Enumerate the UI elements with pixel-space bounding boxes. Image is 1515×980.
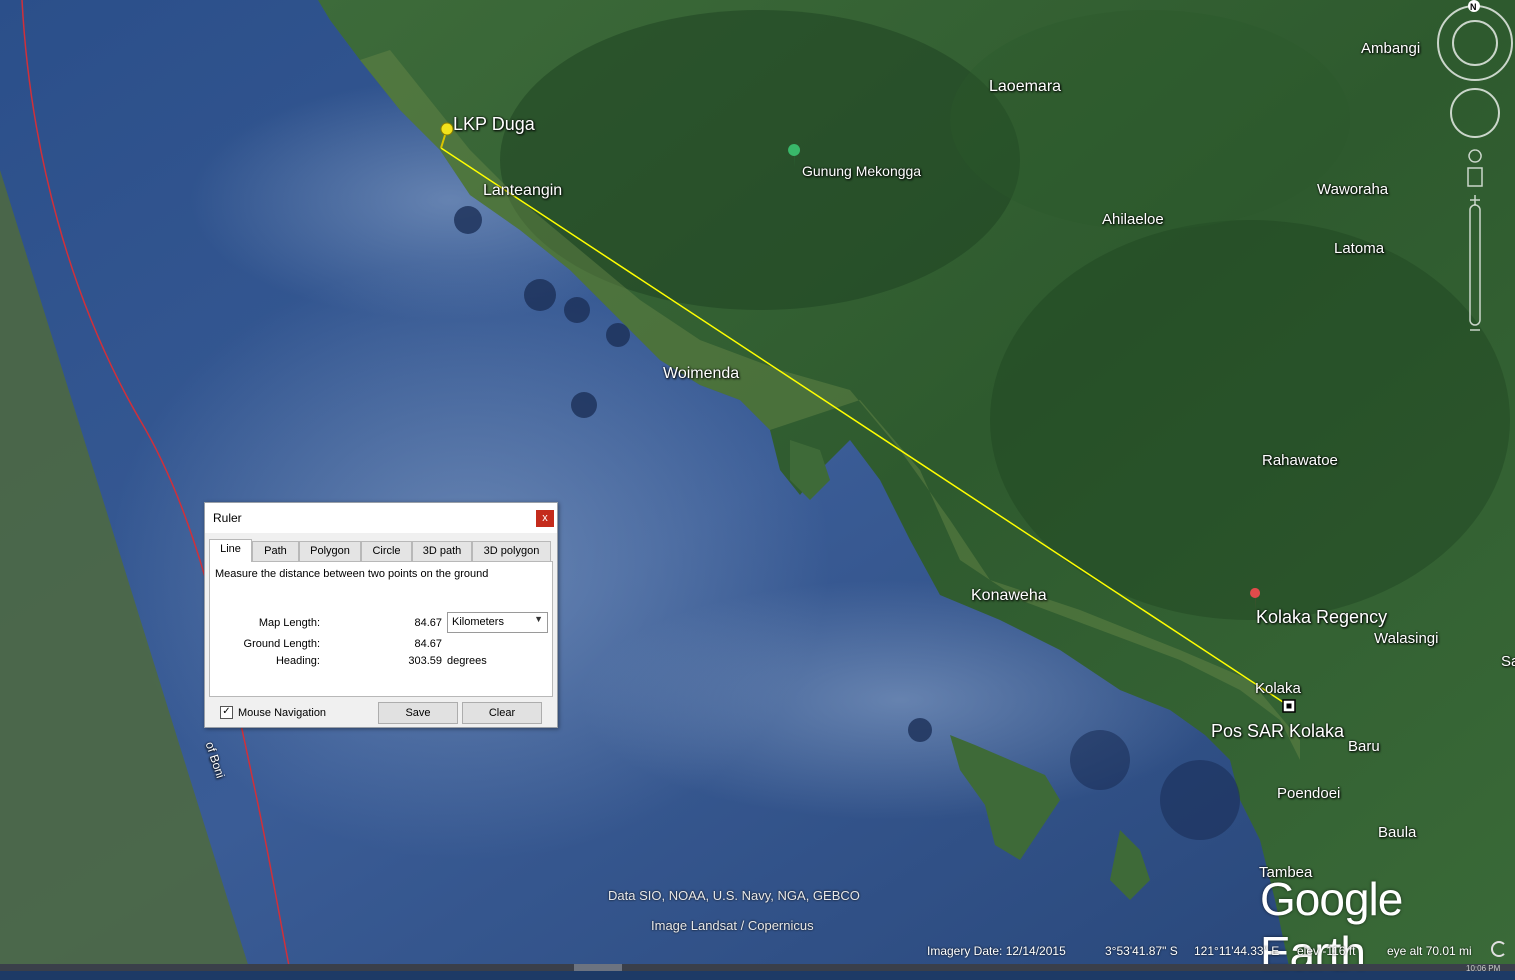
unit-select-value: Kilometers <box>452 616 504 628</box>
reef <box>571 392 597 418</box>
reef <box>908 718 932 742</box>
image-credit: Image Landsat / Copernicus <box>651 918 814 933</box>
latitude-readout: 3°53'41.87" S <box>1105 944 1178 958</box>
reef <box>564 297 590 323</box>
status-bar: Imagery Date: 12/14/2015 3°53'41.87" S 1… <box>0 940 1515 964</box>
elevation-readout: elev -116 ft <box>1297 944 1356 958</box>
ruler-tabs: Line Path Polygon Circle 3D path 3D poly… <box>209 539 553 562</box>
ground-length-label: Ground Length: <box>243 638 320 650</box>
place-label-kolaka-regency[interactable]: Kolaka Regency <box>1256 607 1387 628</box>
close-button[interactable]: x <box>536 510 554 527</box>
taskbar-segment[interactable] <box>574 964 622 971</box>
streaming-status-icon <box>1491 941 1507 957</box>
chevron-down-icon[interactable]: ▼ <box>534 614 543 624</box>
place-label-woimenda[interactable]: Woimenda <box>663 365 739 383</box>
mouse-navigation-label[interactable]: Mouse Navigation <box>238 707 326 719</box>
map-length-value: 84.67 <box>414 617 442 629</box>
place-label-ambangi[interactable]: Ambangi <box>1361 40 1420 57</box>
place-label-pos-sar-kolaka[interactable]: Pos SAR Kolaka <box>1211 721 1344 742</box>
place-label-rahawatoe[interactable]: Rahawatoe <box>1262 452 1338 469</box>
heading-value: 303.59 <box>408 655 442 667</box>
reef <box>454 206 482 234</box>
unit-select[interactable]: Kilometers ▼ <box>447 612 548 633</box>
place-label-lkp-duga[interactable]: LKP Duga <box>453 114 535 135</box>
place-label-lanteangin[interactable]: Lanteangin <box>483 182 562 200</box>
tab-3d-path[interactable]: 3D path <box>412 541 472 561</box>
map-length-label: Map Length: <box>258 617 320 629</box>
place-label-baru[interactable]: Baru <box>1348 738 1380 755</box>
tab-polygon[interactable]: Polygon <box>299 541 361 561</box>
place-label-sa[interactable]: Sa <box>1501 653 1515 670</box>
place-label-laoemara[interactable]: Laoemara <box>989 78 1061 96</box>
mouse-navigation-checkbox[interactable]: ✓ <box>220 706 233 719</box>
place-label-baula[interactable]: Baula <box>1378 824 1416 841</box>
mountain-region <box>950 10 1350 230</box>
place-label-kolaka[interactable]: Kolaka <box>1255 680 1301 697</box>
place-label-ahilaeloe[interactable]: Ahilaeloe <box>1102 211 1164 228</box>
place-label-poendoei[interactable]: Poendoei <box>1277 785 1340 802</box>
place-label-konaweha[interactable]: Konaweha <box>971 587 1047 605</box>
pos-sar-marker-center <box>1286 703 1292 709</box>
eye-altitude-readout: eye alt 70.01 mi <box>1387 944 1472 958</box>
compass-north-label: N <box>1470 2 1477 12</box>
ruler-titlebar[interactable]: Ruler x <box>205 503 557 533</box>
clear-button[interactable]: Clear <box>462 702 542 724</box>
reef <box>1160 760 1240 840</box>
tab-path[interactable]: Path <box>252 541 299 561</box>
reef <box>606 323 630 347</box>
data-credit: Data SIO, NOAA, U.S. Navy, NGA, GEBCO <box>608 888 860 903</box>
ground-length-value: 84.67 <box>414 638 442 650</box>
tab-line[interactable]: Line <box>209 539 252 562</box>
save-button[interactable]: Save <box>378 702 458 724</box>
heading-unit: degrees <box>447 655 487 667</box>
imagery-date: Imagery Date: 12/14/2015 <box>927 944 1066 958</box>
reef <box>1070 730 1130 790</box>
ruler-line-panel: Measure the distance between two points … <box>209 561 553 697</box>
satellite-map-view[interactable]: N <box>0 0 1515 971</box>
place-label-walasingi[interactable]: Walasingi <box>1374 630 1438 647</box>
tab-3d-polygon[interactable]: 3D polygon <box>472 541 551 561</box>
taskbar-strip <box>0 964 1515 971</box>
reef <box>524 279 556 311</box>
place-label-waworaha[interactable]: Waworaha <box>1317 181 1388 198</box>
ruler-description: Measure the distance between two points … <box>215 568 489 580</box>
tab-circle[interactable]: Circle <box>361 541 412 561</box>
heading-label: Heading: <box>275 655 320 667</box>
ruler-dialog: Ruler x Line Path Polygon Circle 3D path… <box>204 502 558 728</box>
longitude-readout: 121°11'44.33" E <box>1194 944 1280 958</box>
place-label-latoma[interactable]: Latoma <box>1334 240 1384 257</box>
ruler-title: Ruler <box>213 511 242 525</box>
taskbar-clock: 10:06 PM <box>1466 964 1501 973</box>
place-label-gunung-mekongga[interactable]: Gunung Mekongga <box>802 163 921 179</box>
